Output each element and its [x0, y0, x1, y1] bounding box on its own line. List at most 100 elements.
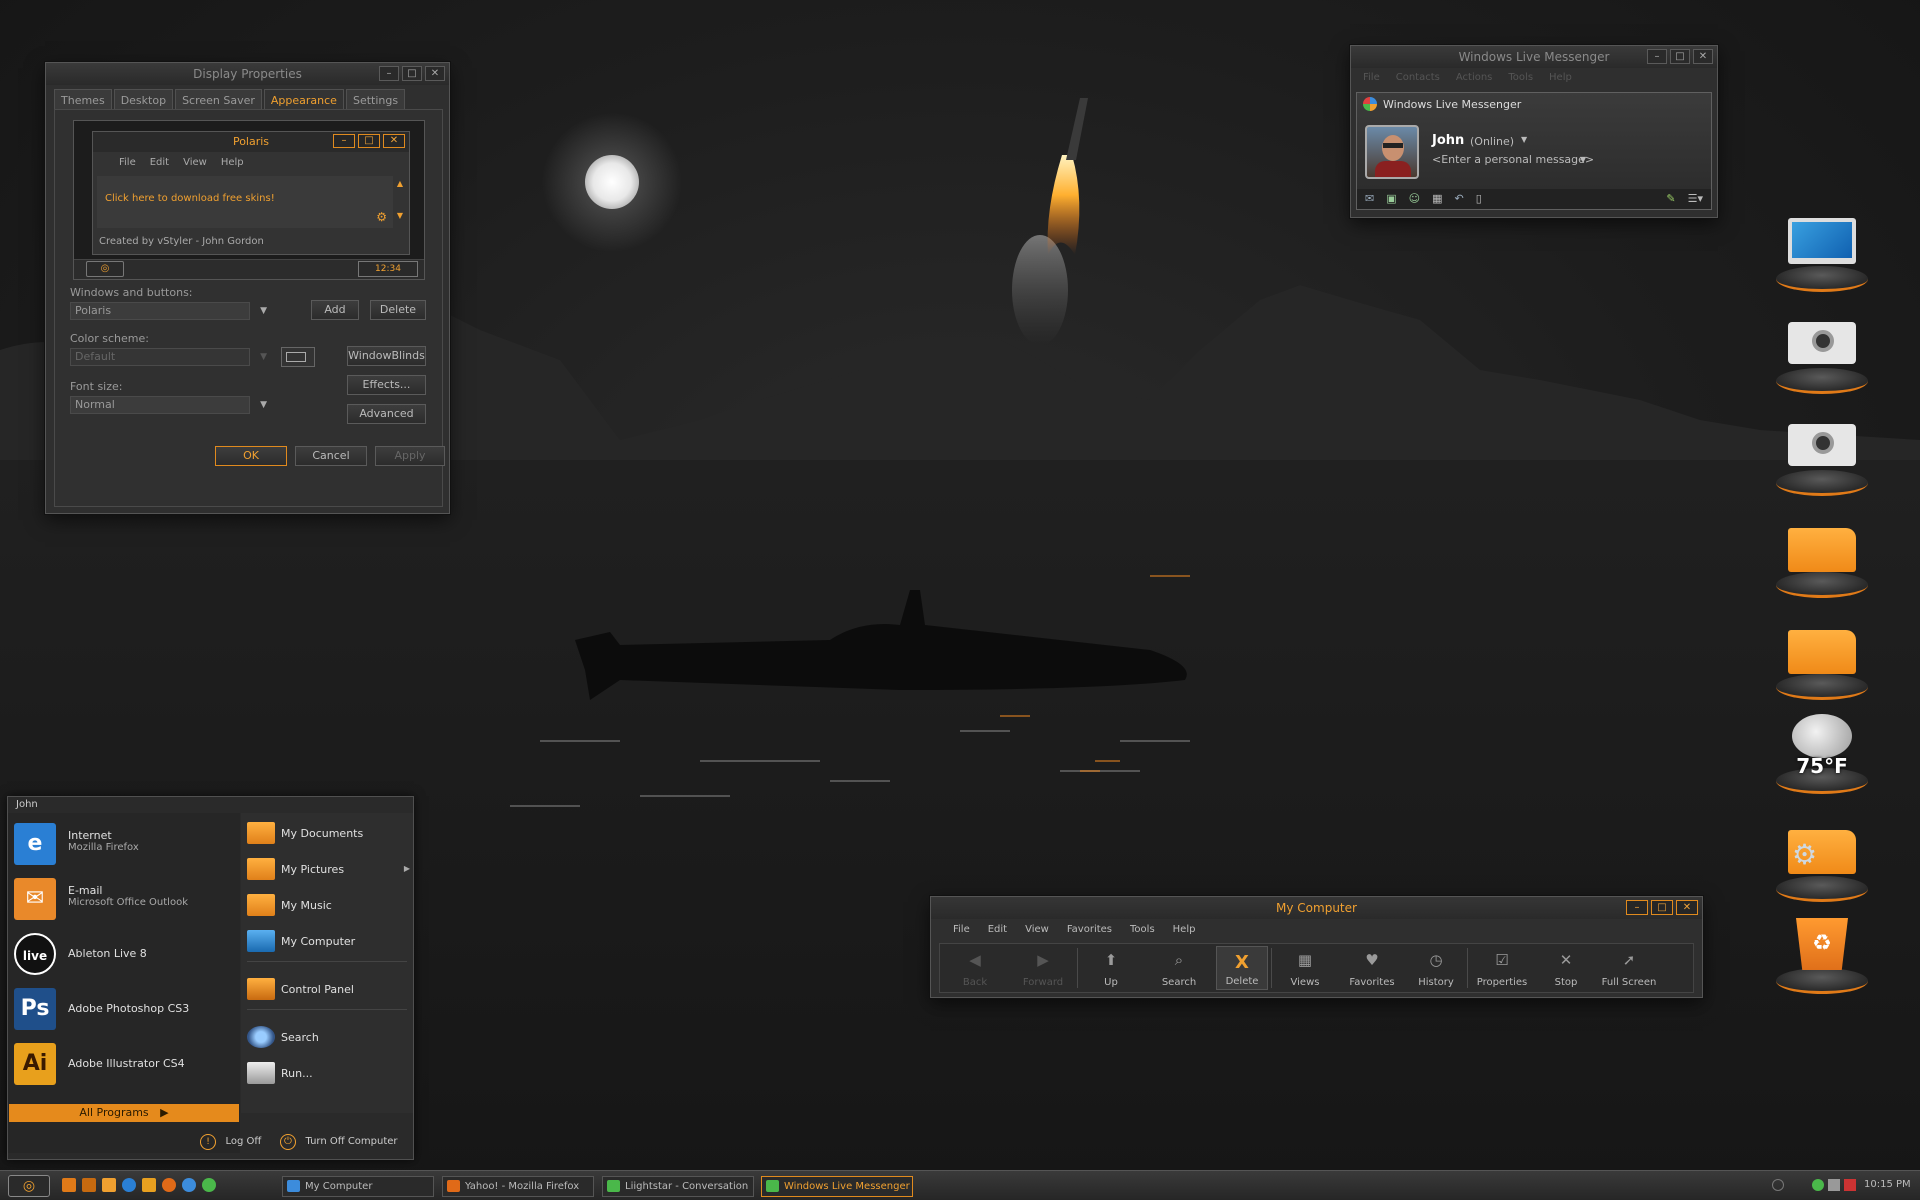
toolbar-properties-button[interactable]: ☑ Properties: [1470, 946, 1534, 990]
quicklaunch-tool-icon[interactable]: [82, 1178, 96, 1192]
desktop-icon-settings-folder[interactable]: ⚙: [1772, 820, 1872, 910]
pinned-ableton-live-8[interactable]: live Ableton Live 8: [12, 929, 238, 979]
tray-clock[interactable]: 10:15 PM: [1864, 1179, 1911, 1190]
tab-appearance[interactable]: Appearance: [263, 89, 344, 111]
add-button[interactable]: Add: [311, 300, 359, 320]
place-run[interactable]: Run...: [247, 1059, 412, 1087]
avatar[interactable]: [1365, 125, 1419, 179]
user-status[interactable]: (Online): [1470, 135, 1514, 148]
pinned-adobe-illustrator-cs4[interactable]: Ai Adobe Illustrator CS4: [12, 1039, 238, 1089]
task-yahoo-mozilla-firefox[interactable]: Yahoo! - Mozilla Firefox: [442, 1176, 594, 1197]
windows-and-buttons-select[interactable]: Polaris ▼: [70, 302, 267, 320]
mobile-icon[interactable]: ▯: [1476, 192, 1482, 206]
windowblinds-button[interactable]: WindowBlinds: [347, 346, 426, 366]
pinned-e-mail[interactable]: ✉ E-mail Microsoft Office Outlook: [12, 874, 238, 924]
place-my-computer[interactable]: My Computer: [247, 927, 412, 955]
quicklaunch-media-icon[interactable]: [142, 1178, 156, 1192]
tab-settings[interactable]: Settings: [345, 89, 406, 111]
quicklaunch-folder-icon[interactable]: [102, 1178, 116, 1192]
tab-screen-saver[interactable]: Screen Saver: [175, 89, 262, 111]
mail-icon[interactable]: ✉: [1365, 192, 1374, 206]
toolbar-full-screen-button[interactable]: ➚ Full Screen: [1598, 946, 1660, 990]
menu-file[interactable]: File: [953, 924, 970, 935]
messenger-menu-actions[interactable]: Actions: [1456, 72, 1493, 83]
cancel-button[interactable]: Cancel: [295, 446, 367, 466]
tray-messenger-icon[interactable]: [1812, 1179, 1824, 1191]
quicklaunch-firefox-icon[interactable]: [162, 1178, 176, 1192]
toolbar-stop-button[interactable]: ✕ Stop: [1540, 946, 1592, 990]
desktop-icon-drive-1[interactable]: [1772, 312, 1872, 402]
messenger-menu-contacts[interactable]: Contacts: [1396, 72, 1440, 83]
quicklaunch-app-icon[interactable]: [62, 1178, 76, 1192]
pinned-internet[interactable]: e Internet Mozilla Firefox: [12, 819, 238, 869]
toolbar-up-button[interactable]: ⬆ Up: [1080, 946, 1142, 990]
toolbar-history-button[interactable]: ◷ History: [1408, 946, 1464, 990]
place-control-panel[interactable]: Control Panel: [247, 975, 412, 1003]
maximize-button[interactable]: □: [1651, 900, 1673, 915]
paint-brush-icon[interactable]: ✎: [1666, 192, 1675, 206]
effects-button[interactable]: Effects...: [347, 375, 426, 395]
task-my-computer[interactable]: My Computer: [282, 1176, 434, 1197]
maximize-button[interactable]: □: [1670, 49, 1690, 64]
quicklaunch-ie-icon[interactable]: [122, 1178, 136, 1192]
calendar-icon[interactable]: ▦: [1432, 192, 1442, 206]
pinned-adobe-photoshop-cs3[interactable]: Ps Adobe Photoshop CS3: [12, 984, 238, 1034]
call-icon[interactable]: ↶: [1455, 192, 1464, 206]
messenger-menu-tools[interactable]: Tools: [1508, 72, 1533, 83]
maximize-button[interactable]: □: [402, 66, 422, 81]
my-computer-titlebar[interactable]: My Computer – □ ✕: [931, 897, 1702, 919]
delete-button[interactable]: Delete: [370, 300, 426, 320]
log-off-button[interactable]: ! Log Off: [200, 1134, 261, 1154]
minimize-button[interactable]: –: [1647, 49, 1667, 64]
messenger-titlebar[interactable]: Windows Live Messenger – □ ✕: [1351, 46, 1717, 68]
toolbar-views-button[interactable]: ▦ Views: [1274, 946, 1336, 990]
toolbar-forward-button[interactable]: ▶ Forward: [1012, 946, 1074, 990]
desktop-icon-folder-1[interactable]: [1772, 516, 1872, 606]
minimize-button[interactable]: –: [1626, 900, 1648, 915]
photo-icon[interactable]: ▣: [1386, 192, 1396, 206]
close-button[interactable]: ✕: [425, 66, 445, 81]
desktop-icon-recycle-bin[interactable]: ♻: [1772, 912, 1872, 1002]
close-button[interactable]: ✕: [1693, 49, 1713, 64]
desktop-icon-folder-2[interactable]: [1772, 618, 1872, 708]
tab-themes[interactable]: Themes: [54, 89, 112, 111]
menu-help[interactable]: Help: [1173, 924, 1196, 935]
messenger-menu-file[interactable]: File: [1363, 72, 1380, 83]
contacts-icon[interactable]: ☺: [1409, 192, 1420, 206]
display-properties-titlebar[interactable]: Display Properties – □ ✕: [46, 63, 449, 85]
place-my-documents[interactable]: My Documents: [247, 819, 412, 847]
toolbar-favorites-button[interactable]: ♥ Favorites: [1342, 946, 1402, 990]
desktop-icon-monitor[interactable]: [1772, 210, 1872, 300]
toolbar-delete-button[interactable]: X Delete: [1216, 946, 1268, 990]
tab-desktop[interactable]: Desktop: [113, 89, 174, 111]
apply-button[interactable]: Apply: [375, 446, 445, 466]
desktop-icon-weather[interactable]: 75°F: [1772, 712, 1872, 802]
color-swatch-button[interactable]: [281, 347, 315, 367]
tray-security-icon[interactable]: [1844, 1179, 1856, 1191]
message-chevron-icon[interactable]: ▼: [1580, 155, 1586, 164]
turn-off-button[interactable]: ⏻ Turn Off Computer: [280, 1134, 398, 1154]
font-size-select[interactable]: Normal ▼: [70, 396, 267, 414]
start-button[interactable]: ◎: [8, 1175, 50, 1197]
messenger-menu-help[interactable]: Help: [1549, 72, 1572, 83]
task-liightstar-conversation[interactable]: Liightstar - Conversation: [602, 1176, 754, 1197]
status-chevron-icon[interactable]: ▼: [1521, 135, 1527, 144]
menu-favorites[interactable]: Favorites: [1067, 924, 1112, 935]
tray-network-icon[interactable]: [1828, 1179, 1840, 1191]
toolbar-search-button[interactable]: ⌕ Search: [1148, 946, 1210, 990]
menu-view[interactable]: View: [1025, 924, 1049, 935]
close-button[interactable]: ✕: [1676, 900, 1698, 915]
minimize-button[interactable]: –: [379, 66, 399, 81]
quicklaunch-messenger-icon[interactable]: [202, 1178, 216, 1192]
menu-options-icon[interactable]: ☰▾: [1688, 192, 1703, 206]
color-scheme-select[interactable]: Default ▼: [70, 348, 267, 366]
toolbar-back-button[interactable]: ◀ Back: [944, 946, 1006, 990]
all-programs-button[interactable]: All Programs ▶: [9, 1104, 239, 1122]
menu-edit[interactable]: Edit: [988, 924, 1007, 935]
advanced-button[interactable]: Advanced: [347, 404, 426, 424]
place-my-music[interactable]: My Music: [247, 891, 412, 919]
quicklaunch-globe-icon[interactable]: [182, 1178, 196, 1192]
personal-message-input[interactable]: <Enter a personal message>: [1432, 153, 1594, 166]
task-windows-live-messenger[interactable]: Windows Live Messenger: [761, 1176, 913, 1197]
desktop-icon-drive-2[interactable]: [1772, 414, 1872, 504]
